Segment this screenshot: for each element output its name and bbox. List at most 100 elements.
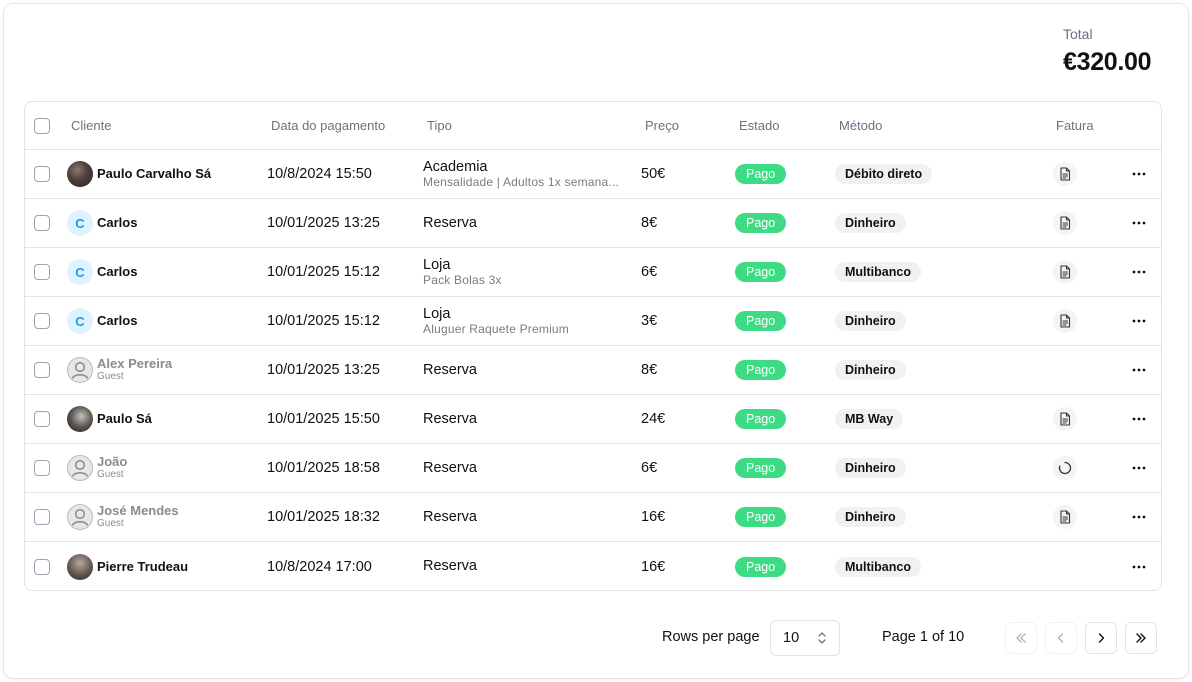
payment-date: 10/01/2025 15:50: [267, 411, 380, 427]
client-cell[interactable]: João Guest: [67, 444, 267, 492]
status-badge: Pago: [735, 458, 787, 478]
chevron-right-icon: [1098, 633, 1105, 643]
last-page-button[interactable]: [1125, 622, 1157, 654]
payment-price: 6€: [641, 264, 658, 280]
header-type[interactable]: Tipo: [427, 102, 645, 149]
client-name: Carlos: [97, 313, 138, 328]
status-badge: Pago: [735, 262, 787, 282]
avatar: [67, 553, 93, 580]
table-row[interactable]: C Carlos 10/01/2025 15:12 Loja Aluguer R…: [25, 297, 1161, 346]
previous-page-button[interactable]: [1045, 622, 1077, 654]
total-summary: Total €320.00: [1063, 26, 1163, 77]
row-actions-button[interactable]: [1127, 358, 1151, 382]
payment-type: Loja: [423, 256, 451, 273]
row-checkbox[interactable]: [34, 460, 50, 476]
client-cell[interactable]: Pierre Trudeau: [67, 542, 267, 590]
payment-price: 16€: [641, 509, 666, 525]
payment-type-detail: Mensalidade | Adultos 1x semana...: [423, 174, 620, 189]
document-icon: [1060, 412, 1071, 426]
document-icon: [1060, 510, 1071, 524]
payment-price: 8€: [641, 215, 658, 231]
rows-per-page-select[interactable]: 10: [770, 620, 840, 656]
payment-date: 10/01/2025 15:12: [267, 264, 380, 280]
header-date[interactable]: Data do pagamento: [271, 102, 427, 149]
row-actions-button[interactable]: [1127, 260, 1151, 284]
invoice-button[interactable]: [1053, 260, 1077, 284]
row-checkbox[interactable]: [34, 509, 50, 525]
row-checkbox[interactable]: [34, 558, 50, 575]
table-row[interactable]: Paulo Sá 10/01/2025 15:50 Reserva 24€ Pa…: [25, 395, 1161, 444]
payment-type: Reserva: [423, 214, 477, 231]
payment-method: Débito direto: [835, 164, 933, 184]
client-cell[interactable]: C Carlos: [67, 199, 267, 247]
row-actions-button[interactable]: [1127, 162, 1151, 186]
client-name: Pierre Trudeau: [97, 558, 189, 574]
header-client[interactable]: Cliente: [71, 102, 271, 149]
table-row[interactable]: C Carlos 10/01/2025 13:25 Reserva 8€ Pag…: [25, 199, 1161, 248]
invoice-button[interactable]: [1053, 211, 1077, 235]
client-name: Alex Pereira: [97, 356, 173, 371]
table-row[interactable]: José Mendes Guest 10/01/2025 18:32 Reser…: [25, 493, 1161, 542]
avatar: [67, 406, 93, 432]
table-row[interactable]: C Carlos 10/01/2025 15:12 Loja Pack Bola…: [25, 248, 1161, 297]
invoice-button[interactable]: [1053, 162, 1077, 186]
table-row[interactable]: João Guest 10/01/2025 18:58 Reserva 6€ P…: [25, 444, 1161, 493]
invoice-button[interactable]: [1053, 505, 1077, 529]
row-checkbox[interactable]: [34, 362, 50, 378]
client-guest-label: Guest: [97, 469, 124, 480]
row-actions-button[interactable]: [1127, 211, 1151, 235]
row-actions-button[interactable]: [1127, 505, 1151, 529]
client-cell[interactable]: C Carlos: [67, 248, 267, 296]
invoice-cell: [1053, 493, 1113, 541]
rows-per-page-value: 10: [783, 630, 800, 646]
client-cell[interactable]: Paulo Sá: [67, 395, 267, 443]
invoice-button[interactable]: [1053, 309, 1077, 333]
payment-method: Dinheiro: [835, 213, 906, 233]
more-horizontal-icon: [1132, 368, 1146, 372]
next-page-button[interactable]: [1085, 622, 1117, 654]
row-actions-button[interactable]: [1127, 555, 1151, 579]
client-cell[interactable]: C Carlos: [67, 297, 267, 345]
payment-type: Reserva: [423, 558, 477, 574]
payment-price: 6€: [641, 460, 658, 476]
invoice-button[interactable]: [1053, 407, 1077, 431]
select-all-checkbox[interactable]: [34, 117, 50, 134]
header-status[interactable]: Estado: [739, 102, 839, 149]
row-checkbox[interactable]: [34, 215, 50, 231]
status-badge: Pago: [735, 360, 787, 380]
status-badge: Pago: [735, 164, 787, 184]
total-value: €320.00: [1063, 48, 1152, 76]
payment-method: Dinheiro: [835, 458, 906, 478]
table-row[interactable]: Alex Pereira Guest 10/01/2025 13:25 Rese…: [25, 346, 1161, 395]
client-cell[interactable]: José Mendes Guest: [67, 493, 267, 541]
payment-price: 3€: [641, 313, 658, 329]
page-indicator: Page 1 of 10: [882, 629, 965, 645]
invoice-cell: [1053, 297, 1113, 345]
client-guest-label: Guest: [97, 518, 124, 529]
client-guest-label: Guest: [97, 371, 124, 382]
user-icon: [67, 504, 93, 530]
header-price[interactable]: Preço: [645, 102, 739, 149]
row-actions-button[interactable]: [1127, 407, 1151, 431]
status-badge: Pago: [735, 507, 787, 527]
row-checkbox[interactable]: [34, 264, 50, 280]
row-checkbox[interactable]: [34, 411, 50, 427]
table-row[interactable]: Paulo Carvalho Sá 10/8/2024 15:50 Academ…: [25, 150, 1161, 199]
client-cell[interactable]: Alex Pereira Guest: [67, 346, 267, 394]
avatar: [67, 504, 93, 530]
row-actions-button[interactable]: [1127, 456, 1151, 480]
payment-type-detail: Aluguer Raquete Premium: [423, 321, 570, 336]
header-invoice[interactable]: Fatura: [1056, 102, 1116, 149]
first-page-button[interactable]: [1005, 622, 1037, 654]
avatar: C: [67, 259, 93, 285]
table-row[interactable]: Pierre Trudeau 10/8/2024 17:00 Reserva 1…: [25, 542, 1161, 590]
invoice-cell: [1053, 395, 1113, 443]
invoice-loading-button[interactable]: [1053, 456, 1077, 480]
row-actions-button[interactable]: [1127, 309, 1151, 333]
header-method[interactable]: Método: [839, 102, 1049, 149]
client-cell[interactable]: Paulo Carvalho Sá: [67, 150, 267, 198]
row-checkbox[interactable]: [34, 313, 50, 329]
more-horizontal-icon: [1132, 417, 1146, 421]
row-checkbox[interactable]: [34, 166, 50, 182]
more-horizontal-icon: [1132, 515, 1146, 519]
